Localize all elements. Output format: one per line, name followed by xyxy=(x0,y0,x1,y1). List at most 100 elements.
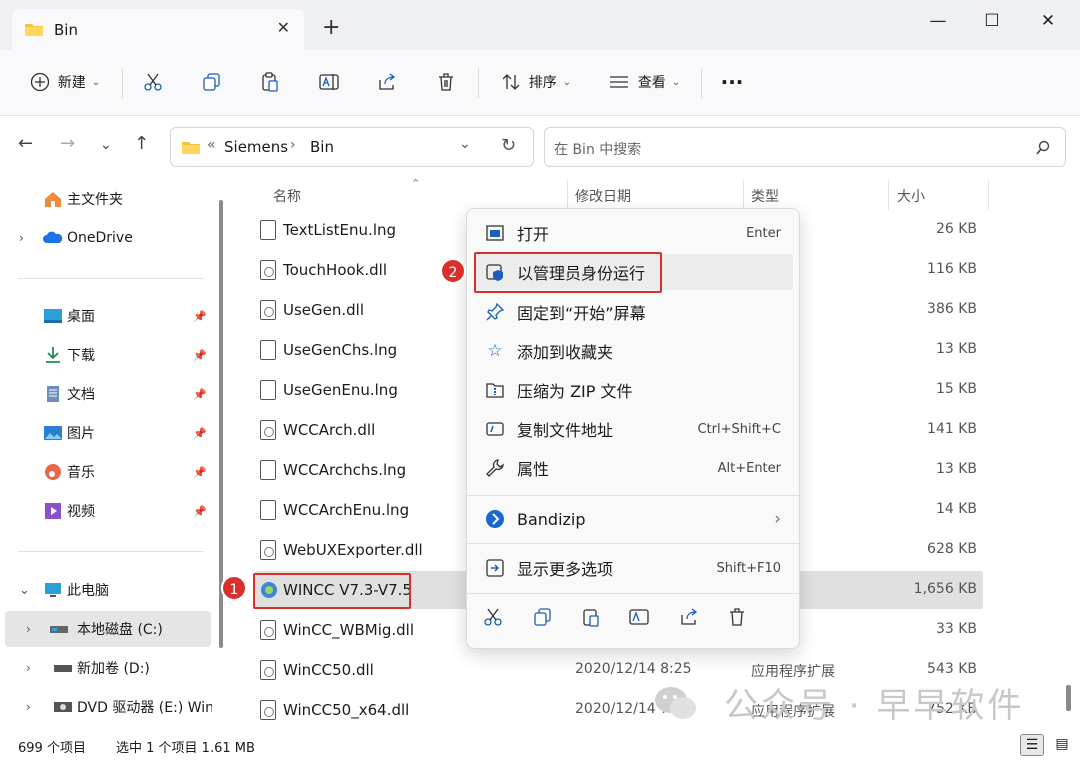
sidebar-item-this-pc[interactable]: ⌄ 此电脑 xyxy=(0,572,210,608)
breadcrumb-siemens[interactable]: Siemens xyxy=(224,138,288,156)
up-arrow-icon[interactable]: ↑ xyxy=(134,133,149,154)
rename-button[interactable] xyxy=(316,64,342,100)
file-icon xyxy=(260,340,276,360)
details-view-icon[interactable]: ☰ xyxy=(1020,734,1044,756)
dll-file-icon xyxy=(260,540,276,560)
pin-icon[interactable]: 📌 xyxy=(193,310,207,323)
file-size: 14 KB xyxy=(935,501,977,517)
tab-bin[interactable]: Bin ✕ xyxy=(12,9,304,50)
chevron-right-icon[interactable]: › xyxy=(26,700,31,714)
search-icon[interactable] xyxy=(1035,140,1051,156)
recent-locations-chevron-icon[interactable]: ⌄ xyxy=(100,137,112,153)
sidebar-item-pictures[interactable]: 图片 📌 xyxy=(0,415,210,451)
file-size: 15 KB xyxy=(935,381,977,397)
new-button[interactable]: 新建 ⌄ xyxy=(22,64,108,100)
menu-item-open[interactable]: 打开 Enter xyxy=(475,215,793,251)
trash-icon[interactable] xyxy=(727,607,747,627)
sidebar-item-music[interactable]: 音乐 📌 xyxy=(0,454,210,490)
copy-button[interactable] xyxy=(199,64,225,100)
share-icon[interactable] xyxy=(679,607,699,627)
refresh-icon[interactable]: ↻ xyxy=(501,135,516,156)
column-divider[interactable] xyxy=(988,180,989,210)
close-button[interactable]: ✕ xyxy=(1030,8,1066,34)
menu-item-bandizip[interactable]: Bandizip › xyxy=(475,501,793,537)
sidebar-item-videos[interactable]: 视频 📌 xyxy=(0,493,210,529)
menu-item-properties[interactable]: 属性 Alt+Enter xyxy=(475,450,793,486)
chevron-down-icon[interactable]: ⌄ xyxy=(19,583,30,598)
share-icon xyxy=(379,73,396,90)
file-size: 26 KB xyxy=(935,221,977,237)
chevron-right-icon[interactable]: › xyxy=(19,231,24,245)
address-dropdown-chevron-icon[interactable]: ⌄ xyxy=(459,136,471,152)
chevron-down-icon: ⌄ xyxy=(562,76,572,88)
column-header-name[interactable]: 名称 xyxy=(273,186,301,206)
column-header-size[interactable]: 大小 xyxy=(897,186,925,206)
sidebar-item-downloads[interactable]: 下载 📌 xyxy=(0,337,210,373)
menu-item-more-options[interactable]: 显示更多选项 Shift+F10 xyxy=(475,550,793,586)
breadcrumb-bin[interactable]: Bin xyxy=(310,138,334,156)
cut-icon[interactable] xyxy=(483,607,503,627)
drive-icon xyxy=(54,665,72,672)
sort-button[interactable]: 排序 ⌄ xyxy=(496,64,576,100)
sidebar-item-drive-e[interactable]: › DVD 驱动器 (E:) Win xyxy=(0,689,212,725)
sidebar-item-drive-c[interactable]: › 本地磁盘 (C:) xyxy=(5,611,211,647)
sidebar-item-drive-d[interactable]: › 新加卷 (D:) xyxy=(0,650,210,686)
copy-icon[interactable] xyxy=(533,607,553,627)
paste-button[interactable] xyxy=(257,64,283,100)
star-icon: ☆ xyxy=(487,341,503,361)
pin-icon[interactable]: 📌 xyxy=(193,427,207,440)
file-name: WinCC50_x64.dll xyxy=(283,701,410,719)
menu-item-copy-path[interactable]: 复制文件地址 Ctrl+Shift+C xyxy=(475,411,793,447)
pin-icon[interactable]: 📌 xyxy=(193,388,207,401)
sidebar-item-desktop[interactable]: 桌面 📌 xyxy=(0,298,210,334)
sidebar-item-home[interactable]: 主文件夹 xyxy=(0,181,210,217)
home-icon xyxy=(45,192,61,207)
rename-icon xyxy=(319,74,339,90)
column-divider[interactable] xyxy=(567,180,568,210)
menu-item-pin-start[interactable]: 固定到“开始”屏幕 xyxy=(475,294,793,330)
menu-item-add-favorites[interactable]: ☆ 添加到收藏夹 xyxy=(475,333,793,369)
file-size: 628 KB xyxy=(927,541,977,557)
column-divider[interactable] xyxy=(743,180,744,210)
rename-icon[interactable] xyxy=(629,607,649,627)
file-icon xyxy=(260,220,276,240)
file-name: WCCArchEnu.lng xyxy=(283,501,410,519)
pin-icon[interactable]: 📌 xyxy=(193,505,207,518)
pin-icon[interactable]: 📌 xyxy=(193,349,207,362)
breadcrumb-overflow[interactable]: « xyxy=(207,137,216,153)
search-input[interactable]: 在 Bin 中搜索 xyxy=(554,139,641,159)
share-button[interactable] xyxy=(374,64,400,100)
maximize-button[interactable]: ☐ xyxy=(974,8,1010,34)
back-arrow-icon[interactable]: ← xyxy=(18,133,33,154)
column-divider[interactable] xyxy=(888,180,889,210)
dvd-drive-icon xyxy=(54,702,72,712)
desktop-icon xyxy=(44,309,62,323)
forward-arrow-icon[interactable]: → xyxy=(60,133,75,154)
address-bar[interactable]: « Siemens › Bin ⌄ ↻ xyxy=(170,127,534,167)
column-header-date[interactable]: 修改日期 xyxy=(575,186,631,206)
pin-icon[interactable]: 📌 xyxy=(193,466,207,479)
menu-divider xyxy=(467,495,799,496)
pictures-icon xyxy=(44,426,62,440)
view-button[interactable]: 查看 ⌄ xyxy=(604,64,684,100)
more-options-button[interactable]: ··· xyxy=(716,64,748,100)
chevron-right-icon[interactable]: › xyxy=(26,661,31,675)
video-icon xyxy=(45,503,61,519)
tiles-view-icon[interactable]: ▤ xyxy=(1050,734,1074,756)
list-scrollbar[interactable] xyxy=(1066,685,1071,711)
toolbar-divider xyxy=(701,68,702,98)
cut-button[interactable] xyxy=(140,64,166,100)
chevron-right-icon[interactable]: › xyxy=(26,622,31,636)
menu-item-compress-zip[interactable]: 压缩为 ZIP 文件 xyxy=(475,372,793,408)
close-tab-icon[interactable]: ✕ xyxy=(277,18,290,37)
delete-button[interactable] xyxy=(433,64,459,100)
open-window-icon xyxy=(486,225,504,241)
bandizip-icon xyxy=(486,510,504,528)
paste-icon[interactable] xyxy=(581,607,601,627)
search-box[interactable]: 在 Bin 中搜索 xyxy=(544,127,1066,167)
minimize-button[interactable]: — xyxy=(920,8,956,34)
new-tab-button[interactable]: + xyxy=(322,15,340,41)
sidebar-item-documents[interactable]: 文档 📌 xyxy=(0,376,210,412)
column-header-type[interactable]: 类型 xyxy=(751,186,779,206)
sidebar-item-onedrive[interactable]: › OneDrive xyxy=(0,220,210,256)
